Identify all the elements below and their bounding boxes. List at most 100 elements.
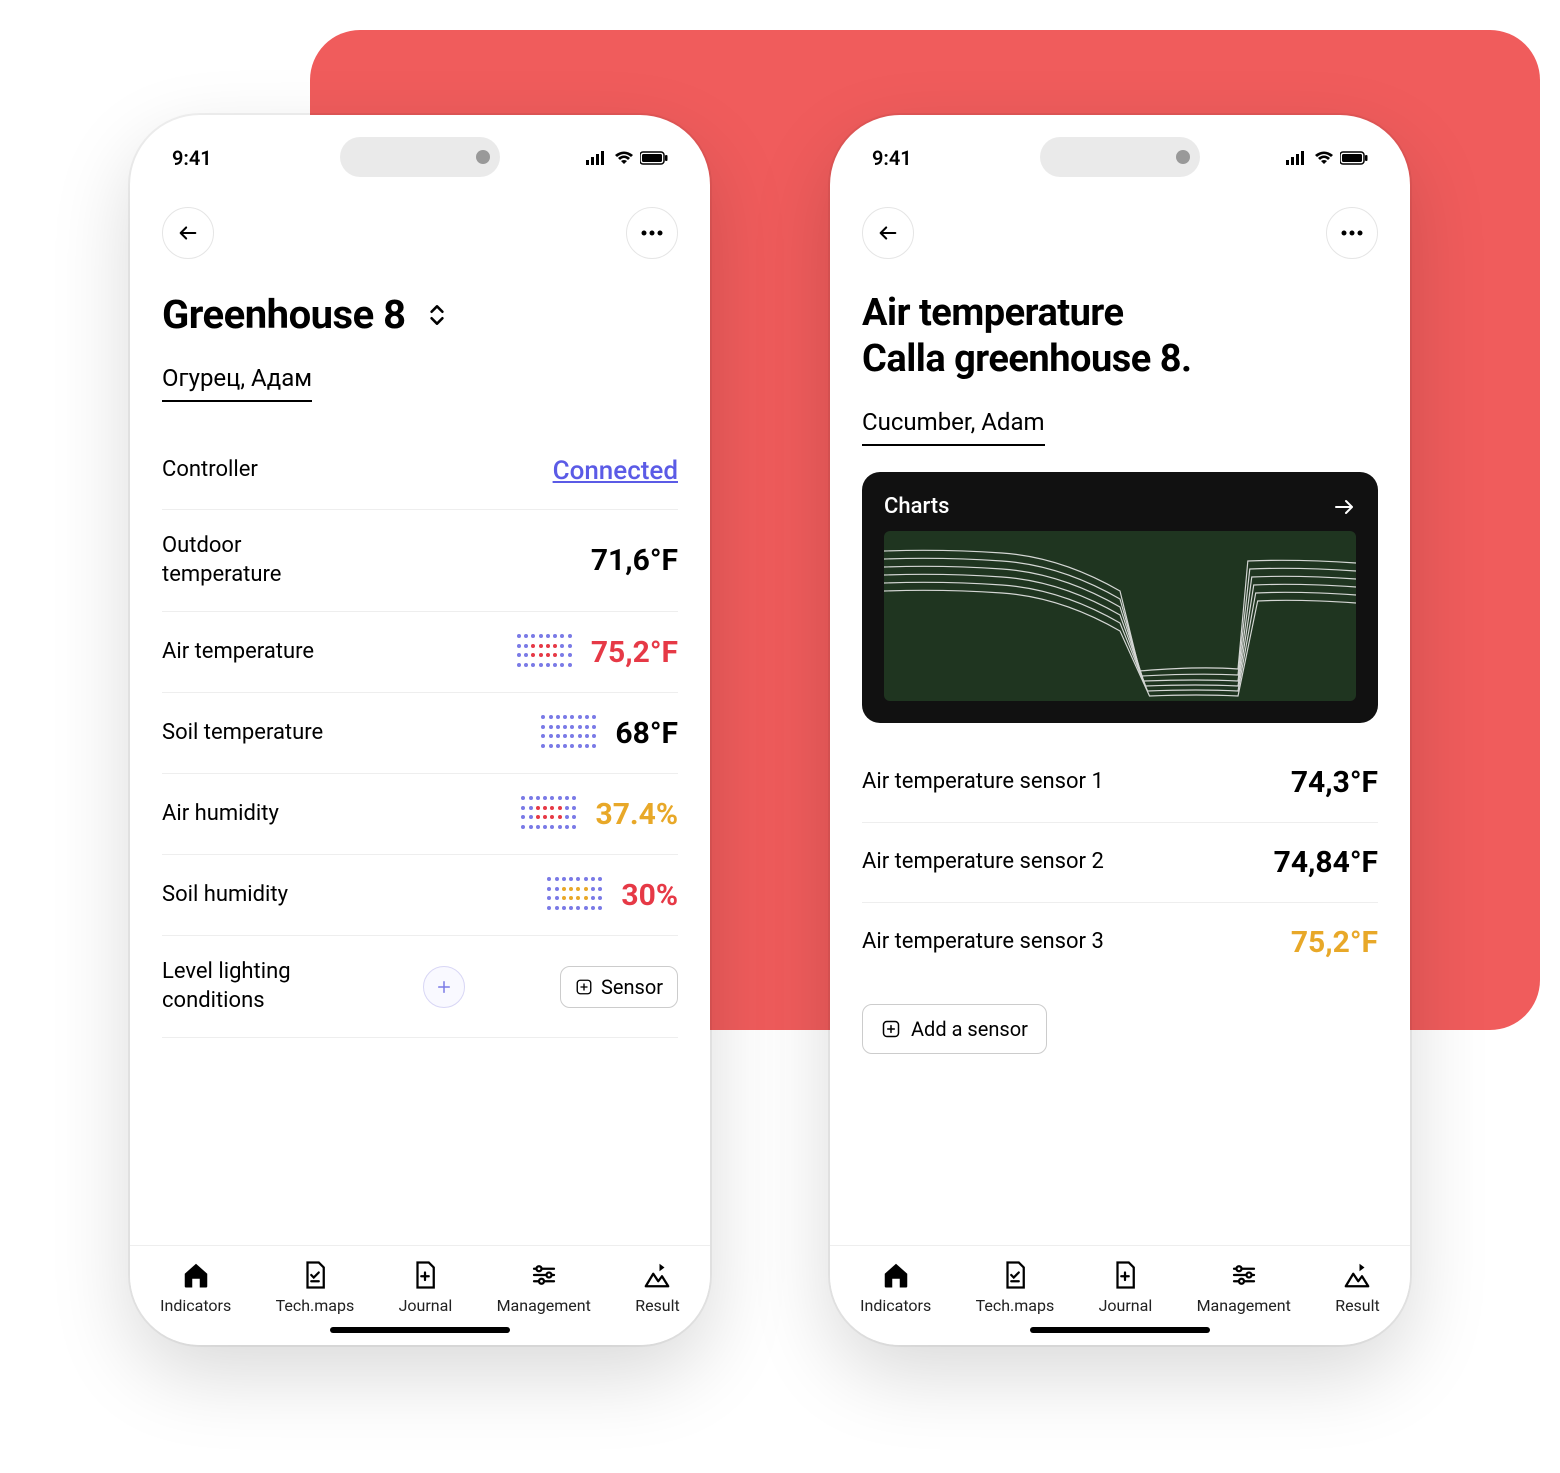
document-plus-icon: [1110, 1260, 1140, 1290]
row-label: Air temperature sensor 3: [862, 928, 1291, 957]
tab-result[interactable]: Result: [1335, 1260, 1380, 1315]
tab-indicators[interactable]: Indicators: [860, 1260, 931, 1315]
row-sensor-3[interactable]: Air temperature sensor 3 75,2°F: [862, 903, 1378, 982]
tab-label: Result: [635, 1296, 680, 1315]
tab-label: Tech.maps: [276, 1296, 355, 1315]
sensor-button-label: Sensor: [601, 975, 663, 999]
tab-techmaps[interactable]: Tech.maps: [276, 1260, 355, 1315]
row-value: 30%: [621, 878, 678, 913]
more-button[interactable]: [1326, 207, 1378, 259]
tab-management[interactable]: Management: [1197, 1260, 1291, 1315]
home-indicator: [1030, 1327, 1210, 1333]
row-outdoor-temperature[interactable]: Outdoor temperature 71,6°F: [162, 510, 678, 612]
charts-card[interactable]: Charts: [862, 472, 1378, 723]
add-lighting-button[interactable]: [423, 966, 465, 1008]
tab-label: Journal: [399, 1296, 453, 1315]
greenhouse-selector[interactable]: Greenhouse 8: [162, 291, 678, 338]
row-value: 75,2°F: [591, 635, 678, 670]
row-label: Air temperature sensor 2: [862, 848, 1274, 877]
crop-selector[interactable]: Cucumber, Adam: [862, 408, 1045, 446]
status-time: 9:41: [172, 146, 212, 170]
status-icons: [586, 151, 668, 165]
sensor-button[interactable]: Sensor: [560, 966, 678, 1008]
tab-management[interactable]: Management: [497, 1260, 591, 1315]
dots-horizontal-icon: [1341, 230, 1363, 236]
battery-icon: [640, 151, 668, 165]
row-sensor-2[interactable]: Air temperature sensor 2 74,84°F: [862, 823, 1378, 903]
row-value: 74,3°F: [1291, 765, 1378, 800]
row-soil-humidity[interactable]: Soil humidity 30%: [162, 855, 678, 936]
more-button[interactable]: [626, 207, 678, 259]
crop-selector[interactable]: Огурец, Адам: [162, 364, 312, 402]
device-notch: [1040, 137, 1200, 177]
sliders-icon: [529, 1260, 559, 1290]
chart-preview: [884, 531, 1356, 701]
arrow-right-icon: [1332, 495, 1356, 519]
document-check-icon: [300, 1260, 330, 1290]
charts-label: Charts: [884, 494, 949, 519]
document-check-icon: [1000, 1260, 1030, 1290]
cellular-icon: [1286, 151, 1308, 165]
plus-box-icon: [881, 1019, 901, 1039]
row-label: Air humidity: [162, 800, 503, 829]
row-label: Soil temperature: [162, 719, 523, 748]
add-sensor-button[interactable]: Add a sensor: [862, 1004, 1047, 1054]
row-value: 75,2°F: [1291, 925, 1378, 960]
wifi-icon: [1314, 151, 1334, 165]
row-controller[interactable]: Controller Connected: [162, 432, 678, 510]
row-soil-temperature[interactable]: Soil temperature 68°F: [162, 693, 678, 774]
row-sensor-1[interactable]: Air temperature sensor 1 74,3°F: [862, 743, 1378, 823]
tab-journal[interactable]: Journal: [399, 1260, 453, 1315]
phone-air-temperature-detail: 9:41 Air temperature Calla greenhouse 8.…: [830, 115, 1410, 1345]
tab-label: Journal: [1099, 1296, 1153, 1315]
row-air-temperature[interactable]: Air temperature 75,2°F: [162, 612, 678, 693]
tab-label: Result: [1335, 1296, 1380, 1315]
arrow-left-icon: [177, 222, 199, 244]
row-lighting[interactable]: Level lighting conditions Sensor: [162, 936, 678, 1038]
battery-icon: [1340, 151, 1368, 165]
row-label: Air temperature sensor 1: [862, 768, 1291, 797]
row-value: 74,84°F: [1274, 845, 1378, 880]
row-label: Outdoor temperature: [162, 532, 362, 589]
sliders-icon: [1229, 1260, 1259, 1290]
back-button[interactable]: [862, 207, 914, 259]
flag-mountain-icon: [642, 1260, 672, 1290]
row-label: Soil humidity: [162, 881, 529, 910]
controller-status[interactable]: Connected: [553, 456, 678, 486]
add-sensor-label: Add a sensor: [911, 1017, 1028, 1041]
tab-label: Management: [1197, 1296, 1291, 1315]
heatmap-icon: [547, 877, 603, 913]
page-title: Greenhouse 8: [162, 291, 406, 338]
row-air-humidity[interactable]: Air humidity 37.4%: [162, 774, 678, 855]
row-label: Level lighting conditions: [162, 958, 342, 1015]
page-title: Air temperature Calla greenhouse 8.: [862, 291, 1378, 382]
row-value: 37.4%: [595, 797, 678, 832]
plus-icon: [435, 978, 453, 996]
cellular-icon: [586, 151, 608, 165]
back-button[interactable]: [162, 207, 214, 259]
row-value: 71,6°F: [591, 543, 678, 578]
tab-result[interactable]: Result: [635, 1260, 680, 1315]
tab-indicators[interactable]: Indicators: [160, 1260, 231, 1315]
row-label: Controller: [162, 456, 553, 485]
tab-label: Management: [497, 1296, 591, 1315]
status-icons: [1286, 151, 1368, 165]
heatmap-icon: [541, 715, 597, 751]
phone-greenhouse-overview: 9:41 Greenhouse 8 Огурец, Адам: [130, 115, 710, 1345]
flag-mountain-icon: [1342, 1260, 1372, 1290]
wifi-icon: [614, 151, 634, 165]
tab-label: Indicators: [160, 1296, 231, 1315]
device-notch: [340, 137, 500, 177]
row-label: Air temperature: [162, 638, 499, 667]
tab-label: Indicators: [860, 1296, 931, 1315]
home-icon: [181, 1260, 211, 1290]
dots-horizontal-icon: [641, 230, 663, 236]
tab-journal[interactable]: Journal: [1099, 1260, 1153, 1315]
tab-label: Tech.maps: [976, 1296, 1055, 1315]
home-icon: [881, 1260, 911, 1290]
plus-box-icon: [575, 978, 593, 996]
home-indicator: [330, 1327, 510, 1333]
tab-techmaps[interactable]: Tech.maps: [976, 1260, 1055, 1315]
heatmap-icon: [521, 796, 577, 832]
status-time: 9:41: [872, 146, 912, 170]
